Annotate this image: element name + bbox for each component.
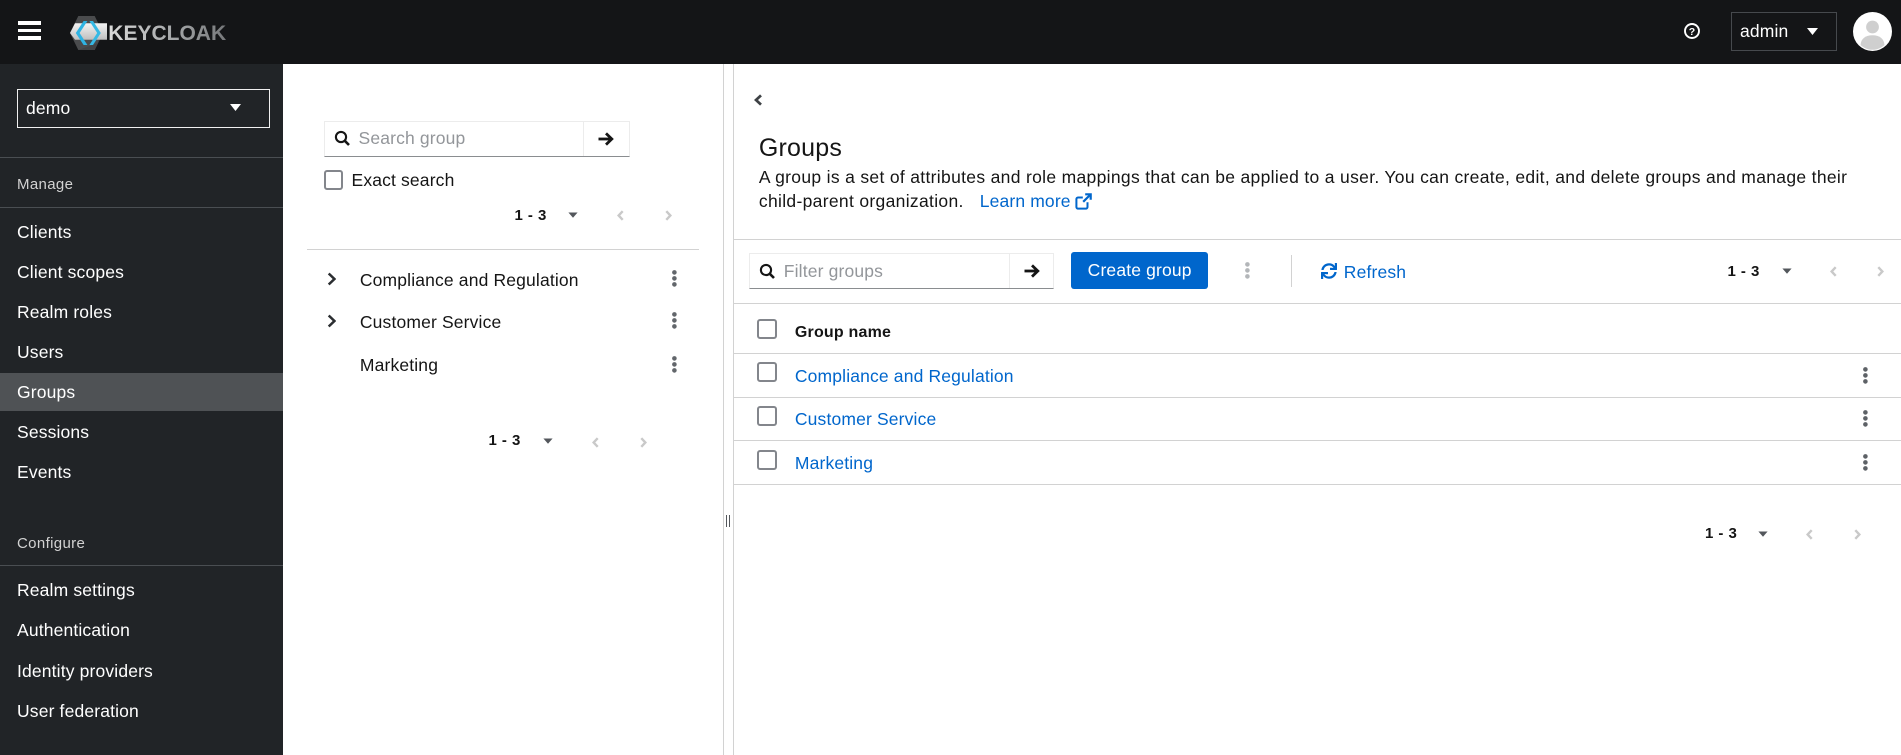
svg-text:KEYCLOAK: KEYCLOAK: [108, 22, 226, 45]
svg-text:?: ?: [1688, 26, 1694, 38]
